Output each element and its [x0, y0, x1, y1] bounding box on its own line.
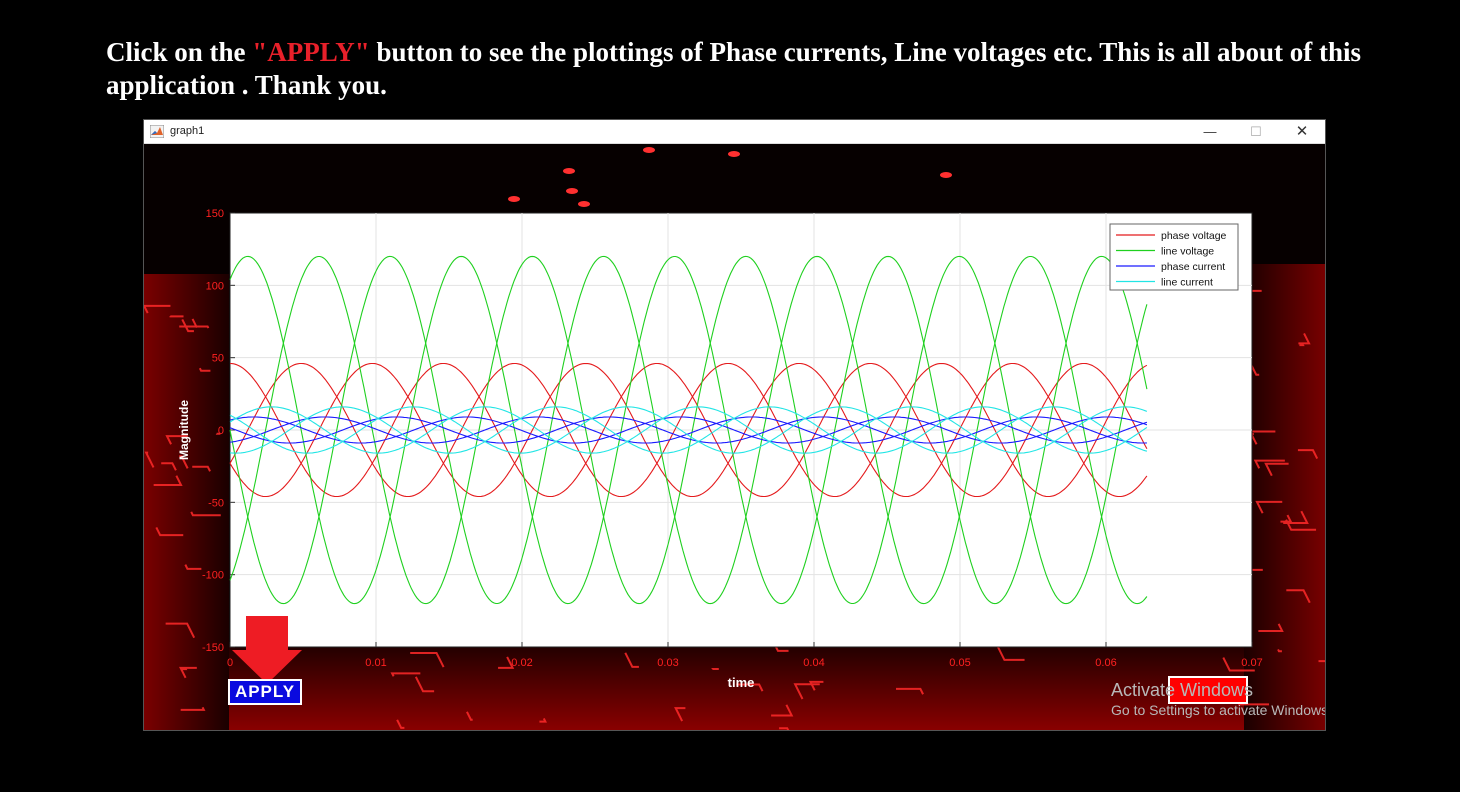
- x-tick-label: 0.03: [657, 657, 678, 669]
- x-tick-label: 0.02: [511, 657, 532, 669]
- legend: phase voltage line voltage phase current li…: [1109, 223, 1239, 291]
- x-tick-label: 0.06: [1095, 657, 1116, 669]
- x-tick-label: 0.05: [949, 657, 970, 669]
- y-tick-label: 0: [218, 425, 224, 437]
- activate-windows-subtitle: Go to Settings to activate Windows.: [1111, 702, 1325, 718]
- y-tick-label: 50: [212, 353, 224, 365]
- close-button[interactable]: ✕: [1279, 120, 1325, 144]
- legend-label: phase voltage: [1161, 230, 1227, 242]
- legend-label: line voltage: [1161, 246, 1214, 258]
- minimize-button[interactable]: —: [1187, 120, 1233, 144]
- line-plot: 0 0.01 0.02 0.03 0.04 0.05 0.06 0.07 -150 -100 -50…: [177, 208, 1263, 690]
- x-tick-label: 0.07: [1241, 657, 1262, 669]
- instruction-prefix: Click on the: [106, 37, 253, 67]
- window-title: graph1: [170, 125, 205, 137]
- legend-label: line current: [1161, 277, 1213, 289]
- figure-client-area: 0 0.01 0.02 0.03 0.04 0.05 0.06 0.07 -150 -100 -50…: [144, 144, 1325, 730]
- maximize-button[interactable]: ☐: [1233, 120, 1279, 144]
- y-tick-label: -100: [202, 570, 224, 582]
- x-tick-label: 0.04: [803, 657, 824, 669]
- legend-label: phase current: [1161, 261, 1225, 273]
- window-titlebar[interactable]: graph1 — ☐ ✕: [144, 120, 1325, 144]
- y-axis-label: Magnitude: [177, 400, 191, 460]
- figure-window: graph1 — ☐ ✕ 0 0.01 0.02 0.03 0.04 0.05 …: [143, 119, 1326, 731]
- instruction-text: Click on the "APPLY" button to see the p…: [106, 36, 1386, 102]
- x-tick-label: 0.01: [365, 657, 386, 669]
- y-tick-label: -50: [208, 497, 224, 509]
- y-tick-label: -150: [202, 642, 224, 654]
- y-tick-label: 150: [206, 208, 224, 220]
- apply-button[interactable]: APPLY: [228, 679, 302, 705]
- x-axis-label: time: [728, 675, 755, 690]
- y-tick-label: 100: [206, 280, 224, 292]
- instruction-apply-highlight: "APPLY": [252, 37, 370, 67]
- matlab-icon: [150, 125, 164, 138]
- activate-windows-title: Activate Windows: [1111, 680, 1254, 700]
